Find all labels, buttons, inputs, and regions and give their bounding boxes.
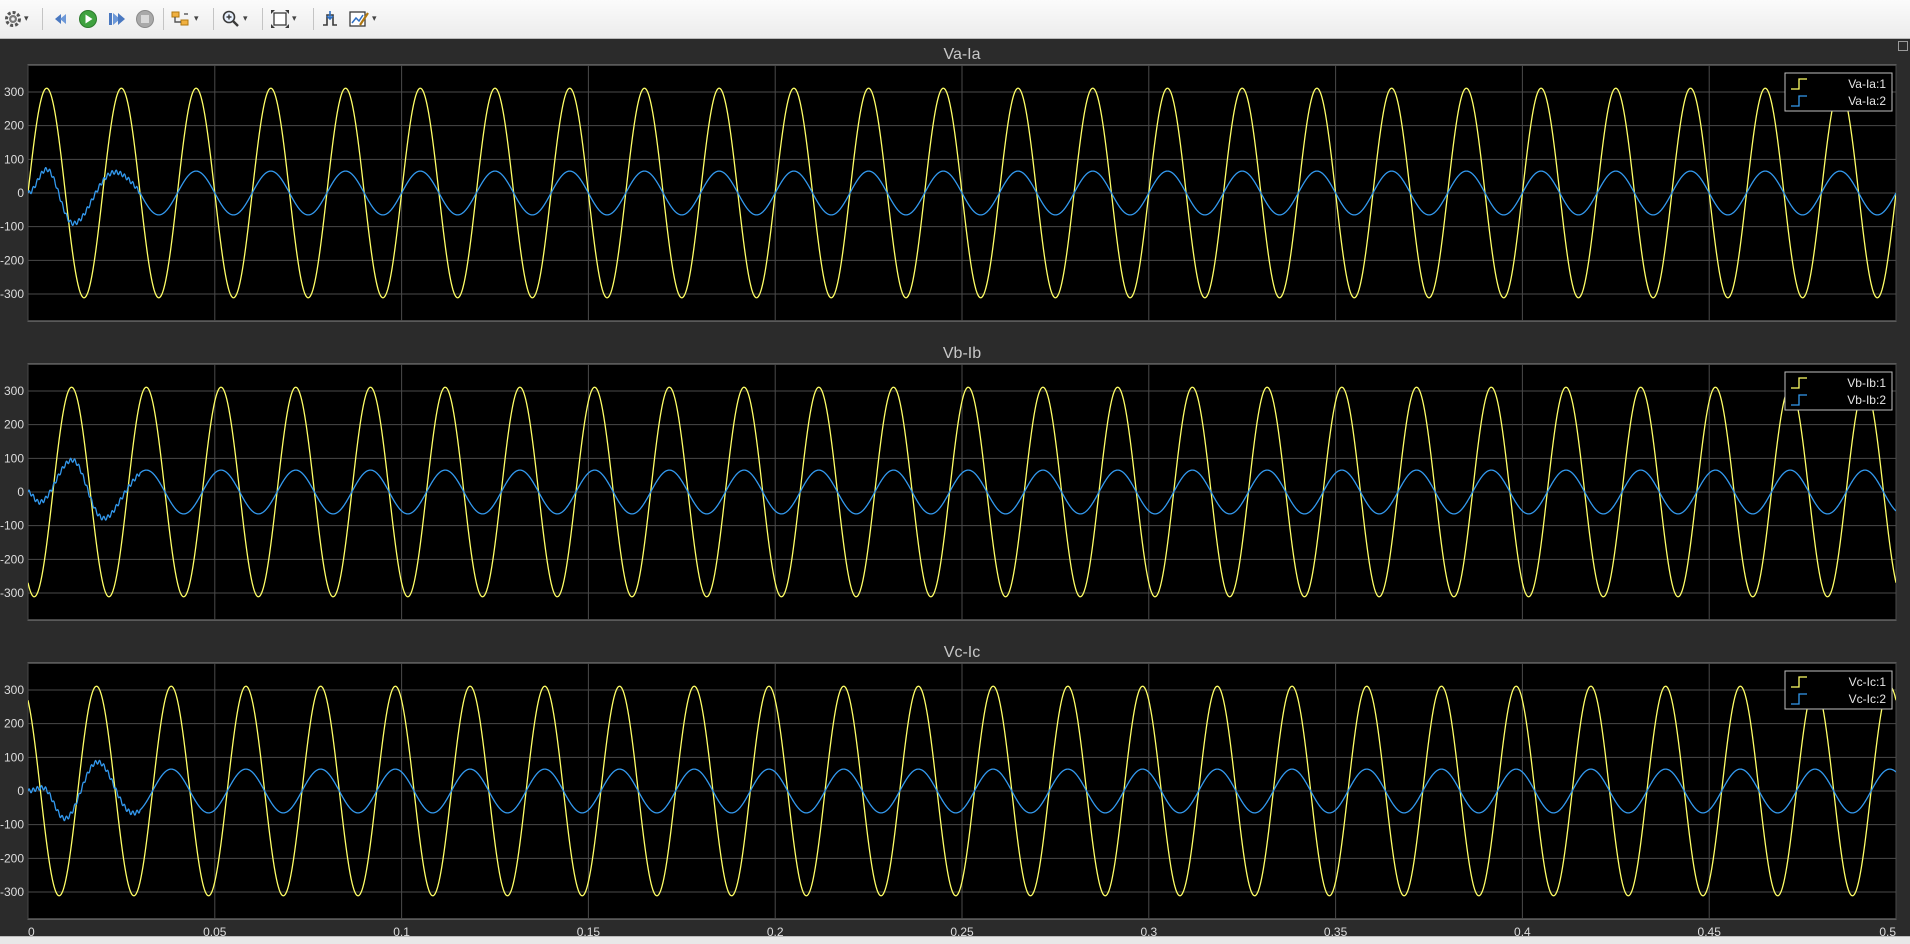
run-button[interactable]: [78, 8, 98, 30]
y-tick-label: 300: [4, 85, 24, 99]
highlight-icon: [171, 11, 189, 26]
step-back-button[interactable]: [52, 8, 70, 30]
measurements-icon: [349, 11, 369, 27]
x-tick-label: 0.4: [1514, 925, 1531, 936]
highlight-block-button[interactable]: ▾: [170, 8, 199, 30]
legend[interactable]: Vb-Ib:1 Vb-Ib:2: [1784, 371, 1893, 411]
toolbar-separator: [42, 8, 43, 30]
highlight-dropdown-icon[interactable]: ▾: [194, 14, 199, 24]
axes-title: Va-Ia: [943, 46, 980, 63]
y-tick-label: 300: [4, 384, 24, 398]
run-icon: [79, 10, 97, 28]
triggers-button[interactable]: [320, 8, 340, 30]
x-tick-label: 0.1: [393, 925, 410, 936]
legend-entry: Va-Ia:2: [1848, 94, 1886, 108]
x-tick-label: 0.3: [1140, 925, 1157, 936]
y-tick-label: 200: [4, 717, 24, 731]
fit-axes-icon: [271, 10, 289, 28]
y-tick-label: 0: [17, 784, 24, 798]
zoom-icon: [222, 10, 239, 27]
y-tick-label: -200: [0, 253, 24, 267]
axes-title: Vc-Ic: [944, 644, 980, 661]
scope-display-area: Va-Ia -300 -200 -100 0 100 200 300 Va-Ia:1 Va-Ia:…: [0, 39, 1910, 936]
measurements-button[interactable]: ▾: [348, 8, 377, 30]
zoom-dropdown-icon[interactable]: ▾: [243, 14, 248, 24]
fit-axes-dropdown-icon[interactable]: ▾: [292, 14, 297, 24]
y-tick-label: -100: [0, 818, 24, 832]
x-tick-label: 0.15: [577, 925, 601, 936]
toolbar-separator: [262, 8, 263, 30]
x-tick-label: 0.2: [767, 925, 784, 936]
legend[interactable]: Va-Ia:1 Va-Ia:2: [1784, 72, 1893, 112]
axes-title: Vb-Ib: [943, 345, 981, 362]
fit-axes-button[interactable]: ▾: [270, 8, 297, 30]
legend-entry: Vc-Ic:1: [1849, 675, 1887, 689]
legend-entry: Vc-Ic:2: [1849, 692, 1887, 706]
toolbar-separator: [163, 8, 164, 30]
stop-button[interactable]: [135, 8, 155, 30]
y-tick-label: 100: [4, 750, 24, 764]
scope-plots: Va-Ia-300-200-1000100200300Va-Ia:1Va-Ia:…: [0, 46, 1897, 936]
y-tick-label: 0: [17, 186, 24, 200]
scope-axes-3[interactable]: Vc-Ic -300 -200 -100 0 100 200 300 0 0.05 0.1 0.15 0…: [0, 644, 1897, 936]
y-tick-label: 300: [4, 683, 24, 697]
legend[interactable]: Vc-Ic:1 Vc-Ic:2: [1784, 670, 1893, 710]
legend-entry: Vb-Ib:2: [1847, 393, 1886, 407]
zoom-button[interactable]: ▾: [221, 8, 248, 30]
y-tick-label: 100: [4, 152, 24, 166]
scope-toolbar: ▾ ▾ ▾ ▾ ▾: [0, 0, 1910, 39]
stop-icon: [136, 10, 154, 28]
step-forward-icon: [109, 13, 125, 25]
legend-entry: Vb-Ib:1: [1847, 376, 1886, 390]
step-forward-button[interactable]: [107, 8, 127, 30]
triggers-icon: [323, 11, 337, 26]
y-tick-label: -100: [0, 519, 24, 533]
y-tick-label: 200: [4, 119, 24, 133]
toolbar-separator: [313, 8, 314, 30]
toolbar-separator: [213, 8, 214, 30]
y-tick-label: 0: [17, 485, 24, 499]
x-tick-label: 0.5: [1879, 925, 1896, 936]
y-tick-label: -100: [0, 220, 24, 234]
y-tick-label: -300: [0, 287, 24, 301]
x-tick-label: 0.45: [1698, 925, 1722, 936]
undock-icon[interactable]: [1898, 41, 1908, 51]
settings-button[interactable]: ▾: [4, 8, 29, 30]
x-tick-label: 0: [28, 925, 35, 936]
y-tick-label: 200: [4, 418, 24, 432]
gear-icon: [5, 11, 21, 27]
y-tick-label: -300: [0, 885, 24, 899]
x-tick-label: 0.05: [203, 925, 227, 936]
x-tick-label: 0.35: [1324, 925, 1348, 936]
settings-dropdown-icon[interactable]: ▾: [24, 14, 29, 24]
y-tick-label: -200: [0, 552, 24, 566]
y-tick-label: 100: [4, 451, 24, 465]
measurements-dropdown-icon[interactable]: ▾: [372, 14, 377, 24]
legend-entry: Va-Ia:1: [1848, 77, 1886, 91]
scope-axes-2[interactable]: Vb-Ib-300-200-1000100200300Vb-Ib:1Vb-Ib:…: [0, 345, 1897, 621]
scope-axes-1[interactable]: Va-Ia-300-200-1000100200300Va-Ia:1Va-Ia:…: [0, 46, 1897, 322]
x-tick-label: 0.25: [950, 925, 974, 936]
step-back-icon: [55, 14, 66, 24]
y-tick-label: -300: [0, 586, 24, 600]
y-tick-label: -200: [0, 851, 24, 865]
